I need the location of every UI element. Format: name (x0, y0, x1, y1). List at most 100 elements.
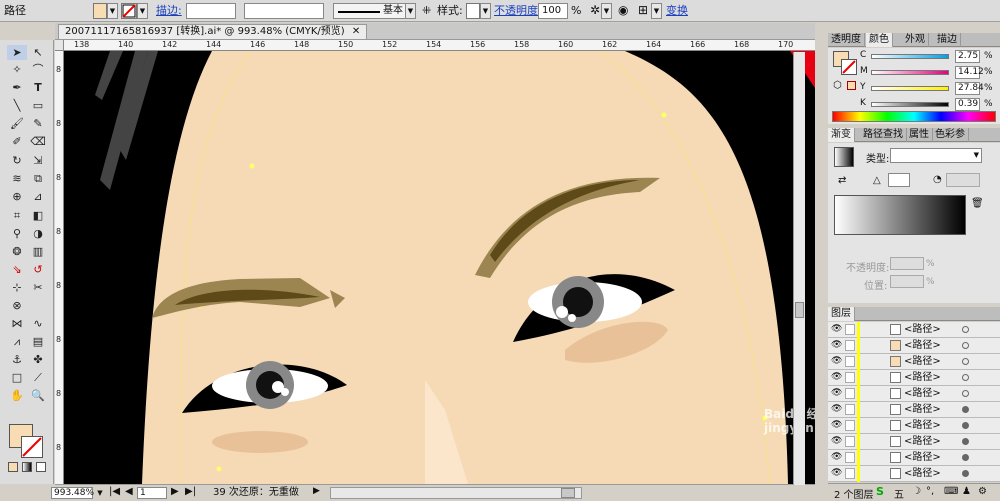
scroll-thumb[interactable] (561, 488, 575, 498)
lock-toggle[interactable] (845, 452, 855, 463)
channel-k-slider[interactable] (871, 102, 949, 107)
eye-icon[interactable]: 👁 (831, 404, 843, 415)
symbol-sprayer-tool-icon[interactable]: ❂ (7, 244, 27, 259)
stroke-color-box[interactable] (21, 436, 43, 458)
gradient-preview[interactable] (834, 147, 854, 167)
lock-toggle[interactable] (845, 468, 855, 479)
settings-icon[interactable]: ⚙ (978, 486, 987, 497)
target-icon[interactable] (962, 470, 969, 477)
lock-toggle[interactable] (845, 388, 855, 399)
style-dropdown[interactable]: ▼ (480, 3, 491, 19)
opacity-link[interactable]: 不透明度 (494, 4, 538, 18)
artboard-tool-icon[interactable]: ⊹ (7, 280, 27, 295)
target-icon[interactable] (962, 374, 969, 381)
eye-icon[interactable]: 👁 (831, 340, 843, 351)
variable-width-field[interactable] (244, 3, 324, 19)
tab-color-guide[interactable]: 色彩参 (932, 128, 969, 142)
eye-icon[interactable]: 👁 (831, 436, 843, 447)
eye-icon[interactable]: 👁 (831, 420, 843, 431)
zoom-dropdown-icon[interactable]: ▼ (95, 487, 105, 499)
lasso-tool-icon[interactable]: ⌒ (28, 62, 48, 77)
align-icon[interactable]: ⁜ (422, 4, 431, 17)
eraser-tool-icon[interactable]: ⌫ (28, 134, 48, 149)
prev-artboard-icon[interactable]: ◀ (125, 486, 133, 497)
layer-row[interactable]: 👁 <路径> (828, 466, 1000, 482)
next-artboard-icon[interactable]: ▶ (171, 486, 179, 497)
target-icon[interactable] (962, 358, 969, 365)
layer-row[interactable]: 👁 <路径> (828, 450, 1000, 466)
eye-icon[interactable]: 👁 (831, 468, 843, 479)
channel-y-value[interactable]: 27.84 (955, 82, 984, 95)
tab-pathfinder[interactable]: 路径查找 (860, 128, 907, 142)
channel-m-value[interactable]: 14.12 (955, 66, 984, 79)
target-icon[interactable] (962, 390, 969, 397)
gradient-type-select[interactable]: ▼ (890, 148, 982, 163)
status-menu-icon[interactable]: ▶ (313, 486, 320, 496)
color-spectrum[interactable] (832, 111, 996, 122)
brush-dropdown[interactable]: ▼ (405, 3, 416, 19)
keyboard-icon[interactable]: ⌨ (944, 486, 958, 497)
last-artboard-icon[interactable]: ▶| (185, 486, 196, 497)
opacity-field[interactable]: 100 (538, 3, 568, 19)
lock-toggle[interactable] (845, 324, 855, 335)
target-icon[interactable] (962, 454, 969, 461)
isolate-icon[interactable]: ◉ (618, 3, 628, 17)
recolor-icon[interactable]: ✲ (590, 3, 600, 17)
gradient-mode-icon[interactable] (22, 462, 32, 472)
layer-row[interactable]: 👁 <路径> (828, 418, 1000, 434)
selection-tool-icon[interactable]: ➤ (7, 45, 27, 60)
free-transform-tool-icon[interactable]: ⧉ (28, 171, 48, 186)
layer-row[interactable]: 👁 <路径> (828, 322, 1000, 338)
artboard-number-field[interactable]: 1 (137, 487, 167, 499)
tab-layers[interactable]: 图层 (828, 307, 855, 321)
eye-icon[interactable]: 👁 (831, 452, 843, 463)
eye-icon[interactable]: 👁 (831, 388, 843, 399)
target-icon[interactable] (962, 422, 969, 429)
moon-icon[interactable]: ☽ (912, 486, 921, 497)
lock-toggle[interactable] (845, 420, 855, 431)
close-tab-icon[interactable]: ✕ (352, 26, 360, 37)
fill-swatch[interactable] (93, 3, 107, 19)
fill-dropdown[interactable]: ▼ (107, 3, 118, 19)
channel-m-slider[interactable] (871, 70, 949, 75)
chart-tool-icon[interactable]: ⩘ (7, 334, 27, 349)
channel-k-value[interactable]: 0.39 (955, 98, 980, 111)
graph-tool-icon[interactable]: ▥ (28, 244, 48, 259)
eyedropper-tool-icon[interactable]: ⚲ (7, 226, 27, 241)
column-graph-icon[interactable]: ▤ (28, 334, 48, 349)
hand-tool-icon[interactable]: ✋ (7, 388, 27, 403)
transform-grid-icon[interactable]: ⊞ (638, 3, 648, 17)
width-tool-icon[interactable]: ⋈ (7, 316, 27, 331)
layer-row[interactable]: 👁 <路径> (828, 338, 1000, 354)
tab-appearance[interactable]: 外观 (902, 33, 929, 47)
target-icon[interactable] (962, 438, 969, 445)
paintbrush-tool-icon[interactable]: 🖌 (7, 116, 27, 131)
gradient-position-field[interactable] (890, 275, 924, 288)
zoom-field[interactable]: 993.48% (51, 487, 94, 499)
artboard-canvas[interactable]: Baidu 经验 jingyan.baidu.com (64, 51, 815, 484)
panel-stroke-swatch[interactable] (841, 59, 857, 75)
punctuation-icon[interactable]: °, (926, 486, 934, 497)
rectangle-tool-icon[interactable]: ▭ (28, 98, 48, 113)
angle-field[interactable] (888, 173, 910, 187)
lock-toggle[interactable] (845, 372, 855, 383)
delete-stop-icon[interactable]: 🗑 (971, 198, 984, 209)
lock-toggle[interactable] (845, 436, 855, 447)
recolor-dropdown[interactable]: ▼ (601, 3, 612, 19)
warp-tool-icon[interactable]: ≋ (7, 171, 27, 186)
stroke-swatch[interactable] (121, 3, 137, 19)
channel-c-slider[interactable] (871, 54, 949, 59)
artwork[interactable] (64, 51, 815, 484)
lock-toggle[interactable] (845, 356, 855, 367)
slice-tool-icon[interactable]: ✂ (28, 280, 48, 295)
pen-tool-icon[interactable]: ✒ (7, 80, 27, 95)
tab-stroke[interactable]: 描边 (934, 33, 961, 47)
style-swatch[interactable] (466, 3, 480, 19)
aspect-ratio-field[interactable] (946, 173, 980, 187)
target-icon[interactable] (962, 342, 969, 349)
transform-link[interactable]: 变换 (666, 4, 688, 18)
color-mode-icon[interactable] (8, 462, 18, 472)
eye-icon[interactable]: 👁 (831, 324, 843, 335)
vertical-scrollbar[interactable] (793, 52, 805, 485)
pencil-tool-icon[interactable]: ✎ (28, 116, 48, 131)
